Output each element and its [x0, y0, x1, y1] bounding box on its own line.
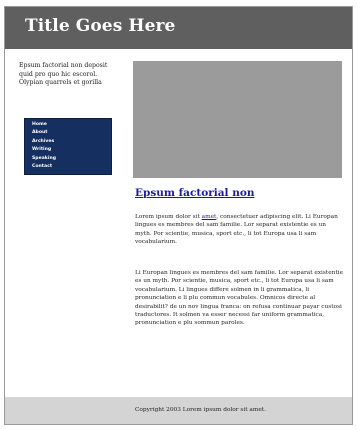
page-container: Title Goes Here Epsum factorial non depo… — [4, 6, 353, 425]
nav-item-contact[interactable]: Contact — [25, 163, 111, 171]
image-placeholder — [133, 61, 342, 178]
sidebar-nav: Home About Archives Writing Speaking Con… — [24, 118, 112, 176]
content-paragraph-2: Li Europan lingues es membres del sam fa… — [135, 270, 343, 327]
nav-item-speaking[interactable]: Speaking — [25, 155, 111, 163]
page-header: Title Goes Here — [5, 7, 352, 49]
content-title-link[interactable]: Epsum factorial non — [135, 187, 254, 199]
paragraph-text: Lorem ipsum dolor sit — [135, 214, 202, 220]
page-footer: Copyright 2003 Lorem ipsum dolor sit ame… — [5, 397, 352, 424]
nav-item-about[interactable]: About — [25, 129, 111, 137]
nav-item-archives[interactable]: Archives — [25, 138, 111, 146]
copyright-text: Copyright 2003 Lorem ipsum dolor sit ame… — [135, 407, 266, 413]
sidebar-intro-text: Epsum factorial non deposit quid pro quo… — [19, 62, 108, 87]
content-paragraph-1: Lorem ipsum dolor sit amet, consectetuer… — [135, 213, 343, 247]
page-title: Title Goes Here — [25, 16, 176, 36]
inline-link-amet[interactable]: amet — [202, 214, 217, 220]
nav-item-writing[interactable]: Writing — [25, 146, 111, 154]
nav-item-home[interactable]: Home — [25, 121, 111, 129]
